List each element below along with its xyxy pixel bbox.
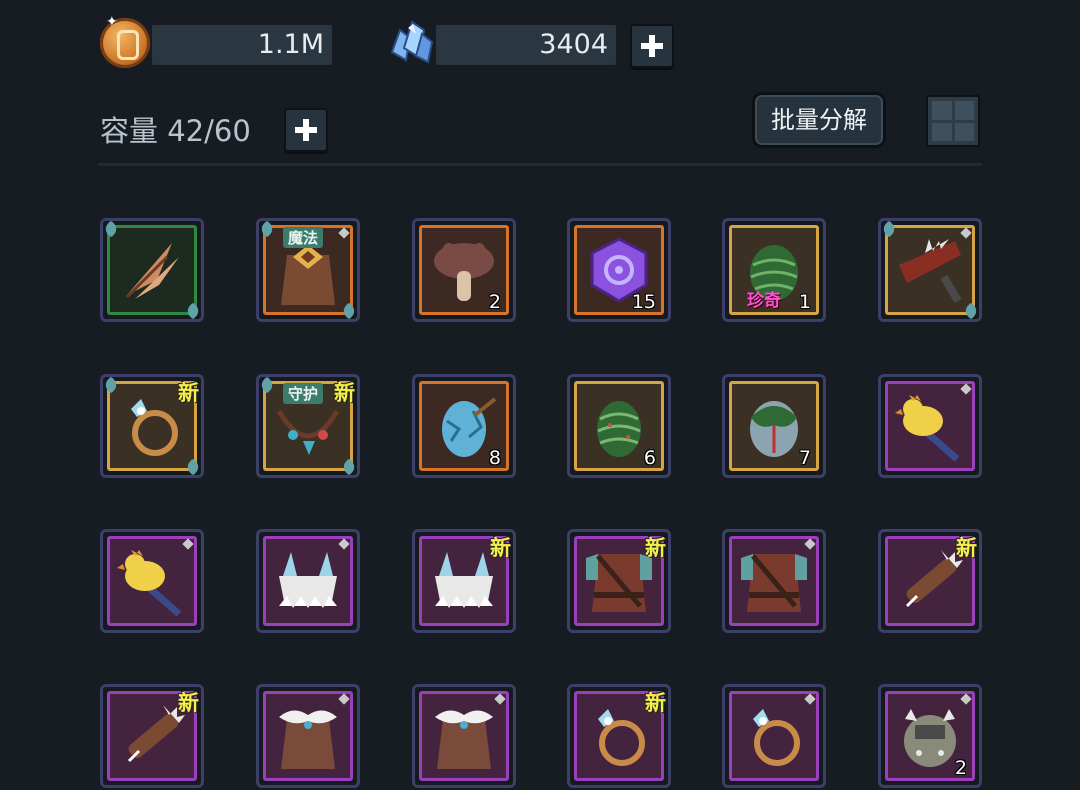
rare-tag: 珍奇 (747, 291, 781, 311)
item-count: 6 (643, 447, 656, 469)
fur-cloak-icon (435, 710, 493, 769)
ring-icon (598, 709, 645, 766)
inventory-slot[interactable] (412, 684, 516, 788)
inventory-slot[interactable]: 新 (567, 529, 671, 633)
inventory-slot[interactable]: 2 (412, 218, 516, 322)
leather-armor-icon (586, 554, 652, 612)
leather-armor-icon (741, 554, 807, 612)
inventory-slot[interactable] (878, 218, 982, 322)
inventory-slot[interactable]: 8 (412, 374, 516, 478)
new-badge: 新 (334, 381, 355, 405)
divider (98, 163, 982, 166)
inventory-slot[interactable] (100, 529, 204, 633)
inventory-slot[interactable]: 魔法 (256, 218, 360, 322)
inventory-slot[interactable]: 15 (567, 218, 671, 322)
inventory-slot[interactable] (722, 529, 826, 633)
gem-amount: 3404 (539, 29, 608, 60)
item-tag: 守护 (283, 383, 324, 404)
new-badge: 新 (645, 536, 666, 560)
spiked-club-icon (127, 705, 185, 763)
sparkle-icon: ✦ (106, 14, 118, 30)
item-count: 7 (798, 447, 811, 469)
fur-cloak-icon (279, 710, 337, 769)
inventory-slot[interactable]: 新 (878, 529, 982, 633)
batch-decompose-button[interactable]: 批量分解 (752, 92, 886, 148)
gold-amount: 1.1M (257, 29, 324, 60)
inventory-slot[interactable]: 新 (567, 684, 671, 788)
inventory-slot[interactable]: 新 (412, 529, 516, 633)
item-count: 15 (631, 291, 656, 313)
inventory-slot[interactable]: 2 (878, 684, 982, 788)
feather-icon (125, 243, 179, 299)
new-badge: 新 (645, 691, 666, 715)
item-count: 2 (488, 291, 501, 313)
inventory-slot[interactable] (256, 684, 360, 788)
ring-icon (753, 709, 800, 766)
ring-icon (131, 399, 178, 456)
expand-capacity-button[interactable] (284, 108, 328, 152)
inventory-slot[interactable] (256, 529, 360, 633)
inventory-slot[interactable] (878, 374, 982, 478)
item-tag: 魔法 (283, 227, 324, 248)
new-badge: 新 (956, 536, 977, 560)
capacity-label: 容量 42/60 (100, 114, 251, 148)
new-badge: 新 (178, 691, 199, 715)
grid-view-toggle-icon[interactable] (926, 95, 980, 147)
spiked-club-icon (905, 550, 963, 608)
inventory-slot[interactable] (100, 218, 204, 322)
new-badge: 新 (490, 536, 511, 560)
inventory-slot[interactable]: 珍奇 1 (722, 218, 826, 322)
item-count: 1 (798, 291, 811, 313)
inventory-slot[interactable]: 7 (722, 374, 826, 478)
item-count: 8 (488, 447, 501, 469)
inventory-slot[interactable]: 新 (100, 684, 204, 788)
inventory-slot[interactable]: 6 (567, 374, 671, 478)
duck-staff-icon (117, 550, 182, 616)
spiked-blade-icon (899, 239, 962, 304)
blue-crystal-icon (390, 20, 434, 64)
add-gems-button[interactable] (630, 24, 674, 68)
fur-helmet-icon (279, 552, 337, 608)
duck-staff-icon (895, 395, 960, 461)
new-badge: 新 (178, 381, 199, 405)
inventory-slot[interactable] (722, 684, 826, 788)
inventory-slot[interactable]: 新 (100, 374, 204, 478)
inventory-slot[interactable]: 守护新 (256, 374, 360, 478)
fur-helmet-icon (435, 552, 493, 608)
item-count: 2 (954, 757, 967, 779)
